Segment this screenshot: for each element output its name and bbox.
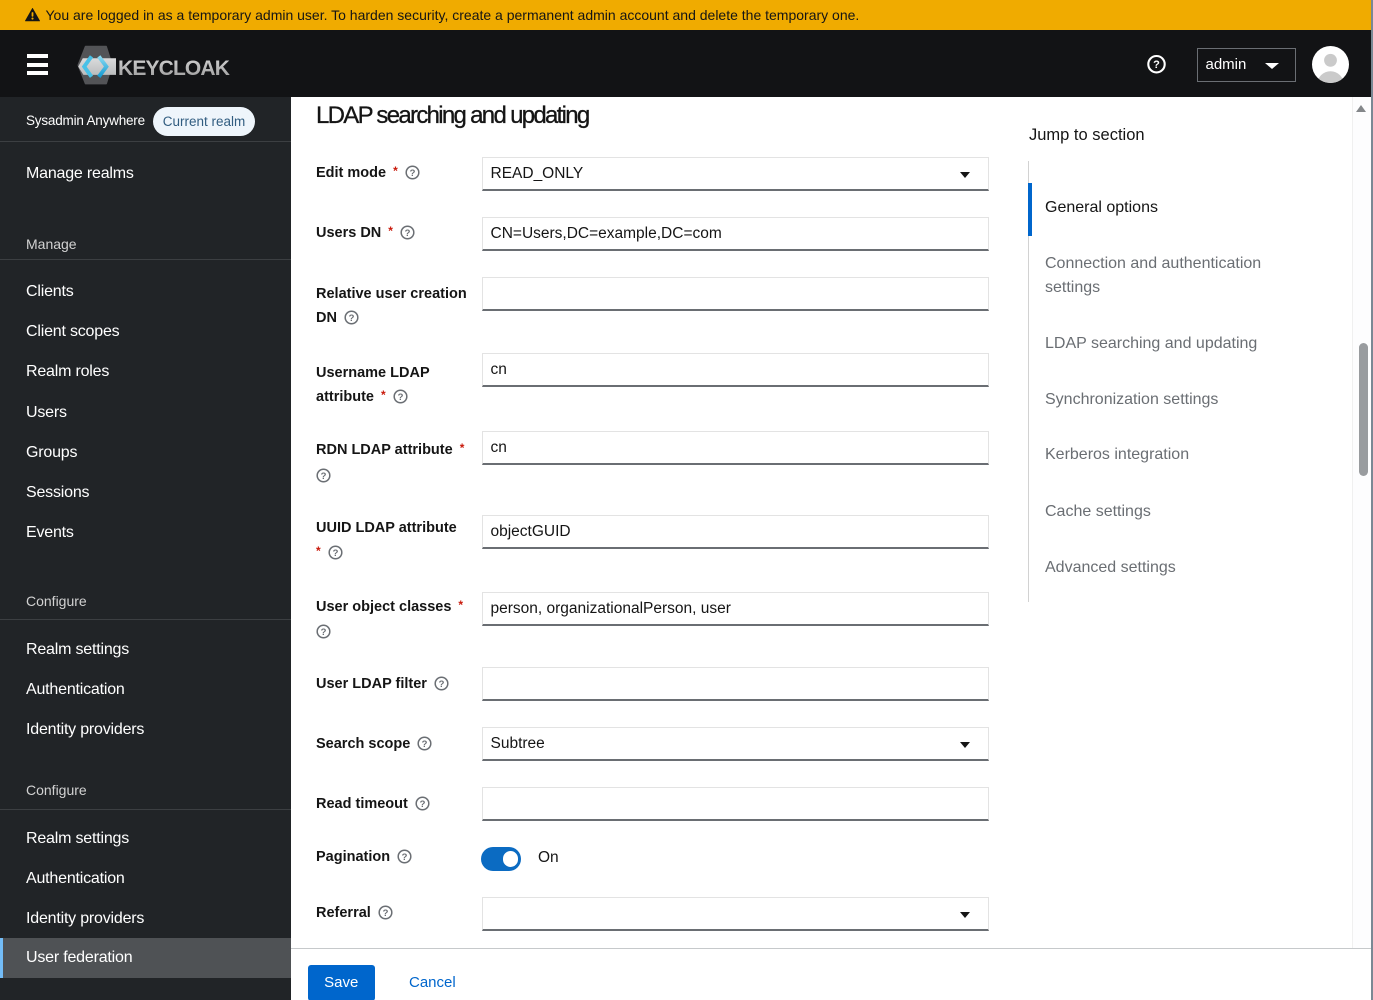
svg-text:?: ? xyxy=(321,471,327,482)
svg-text:?: ? xyxy=(422,739,428,750)
svg-text:?: ? xyxy=(321,627,327,638)
svg-text:?: ? xyxy=(439,679,445,690)
svg-text:?: ? xyxy=(382,908,388,919)
svg-text:?: ? xyxy=(405,228,411,239)
svg-text:?: ? xyxy=(1153,59,1160,71)
svg-text:KEYCLOAK: KEYCLOAK xyxy=(118,57,230,80)
svg-text:?: ? xyxy=(332,548,338,559)
svg-text:?: ? xyxy=(397,392,403,403)
svg-text:?: ? xyxy=(402,852,408,863)
svg-text:?: ? xyxy=(349,313,355,324)
svg-text:?: ? xyxy=(409,168,415,179)
svg-text:?: ? xyxy=(419,799,425,810)
